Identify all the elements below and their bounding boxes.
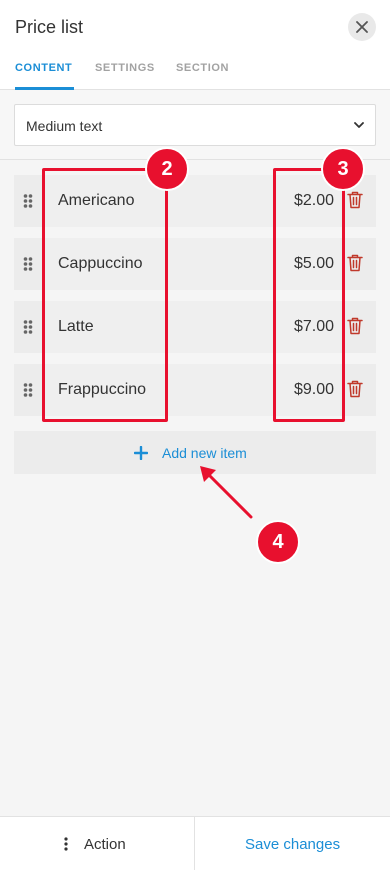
annotation-badge-4: 4 [256,520,300,564]
annotation-badge-2: 2 [145,147,189,191]
annotation-badge-3: 3 [321,147,365,191]
action-button[interactable]: Action [0,817,194,870]
more-vertical-icon [64,837,68,851]
annotation-arrow [200,466,253,519]
save-changes-button[interactable]: Save changes [195,817,390,870]
save-changes-label: Save changes [245,836,341,853]
panel-footer: Action Save changes [0,816,390,870]
action-label: Action [84,836,126,853]
